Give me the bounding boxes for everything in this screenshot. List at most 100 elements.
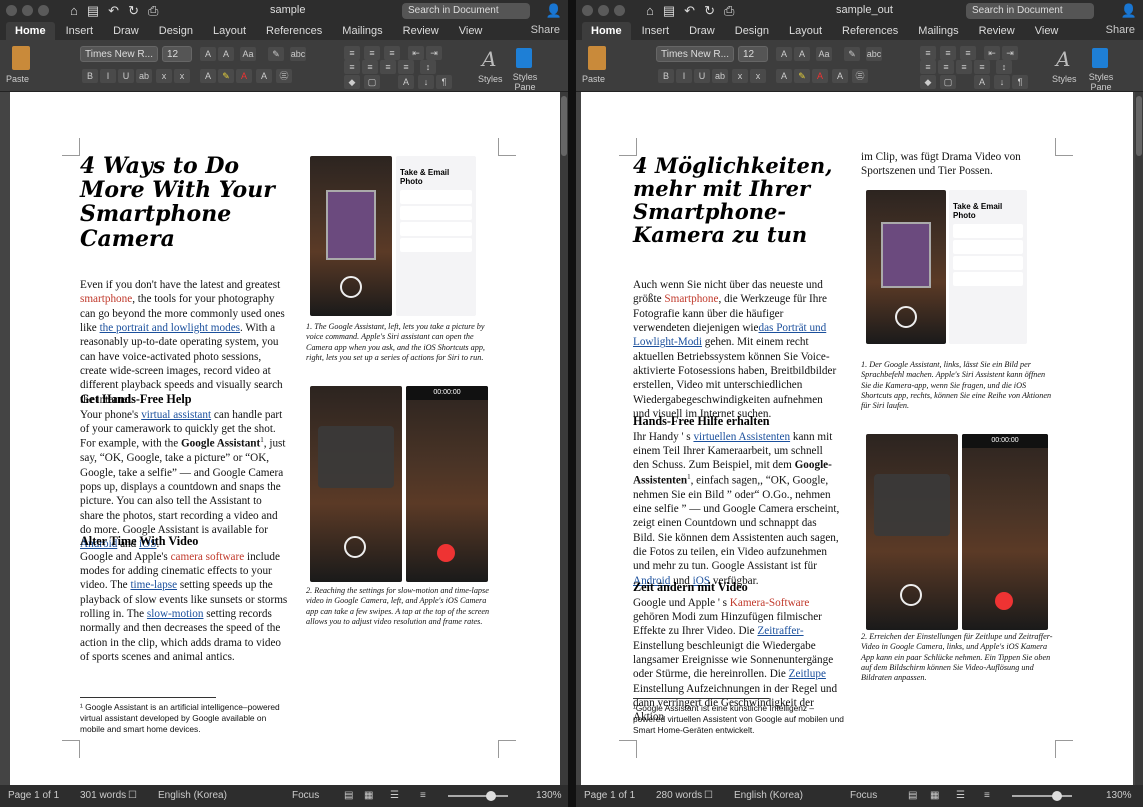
search-input[interactable]: Search in Document xyxy=(402,3,530,19)
share-button[interactable]: Share xyxy=(531,24,560,36)
shading-icon[interactable]: ◆ xyxy=(920,75,936,89)
superscript-icon[interactable]: x xyxy=(750,69,766,83)
font-color-icon[interactable]: A xyxy=(236,69,252,83)
align-left-icon[interactable]: ≡ xyxy=(344,60,360,74)
justify-icon[interactable]: ≡ xyxy=(398,60,414,74)
styles-pane-button[interactable]: Styles Pane xyxy=(508,72,542,92)
italic-icon[interactable]: I xyxy=(100,69,116,83)
font-size-select[interactable]: 12 xyxy=(162,46,192,62)
asian-layout-icon[interactable]: A xyxy=(974,75,990,89)
account-icon[interactable]: 👤 xyxy=(1121,3,1137,19)
highlight-icon[interactable]: ✎ xyxy=(218,69,234,83)
page-count[interactable]: Page 1 of 1 xyxy=(8,790,59,801)
window-controls[interactable] xyxy=(582,5,625,16)
phonetic-icon[interactable]: abc xyxy=(866,47,882,61)
document-page[interactable]: 4 Ways to Do More With Your Smartphone C… xyxy=(10,92,560,785)
strikethrough-icon[interactable]: ab xyxy=(712,69,728,83)
font-name-select[interactable]: Times New R... xyxy=(80,46,158,62)
home-icon[interactable]: ⌂ xyxy=(70,3,78,19)
shrink-font-icon[interactable]: A xyxy=(794,47,810,61)
bold-icon[interactable]: B xyxy=(82,69,98,83)
proofing-icon[interactable]: ☐ xyxy=(704,790,713,801)
line-spacing-icon[interactable]: ↕ xyxy=(996,60,1012,74)
char-shading-icon[interactable]: A xyxy=(256,69,272,83)
tab-insert[interactable]: Insert xyxy=(57,22,103,40)
zoom-level[interactable]: 130% xyxy=(536,790,562,801)
justify-icon[interactable]: ≡ xyxy=(974,60,990,74)
tab-home[interactable]: Home xyxy=(582,22,631,40)
subscript-icon[interactable]: x xyxy=(156,69,172,83)
vertical-scrollbar[interactable] xyxy=(560,92,568,785)
page-count[interactable]: Page 1 of 1 xyxy=(584,790,635,801)
shrink-font-icon[interactable]: A xyxy=(218,47,234,61)
italic-icon[interactable]: I xyxy=(676,69,692,83)
borders-icon[interactable]: ▢ xyxy=(364,75,380,89)
link-slow-motion[interactable]: slow-motion xyxy=(147,608,204,620)
tab-design[interactable]: Design xyxy=(726,22,778,40)
clear-format-icon[interactable]: ✎ xyxy=(844,47,860,61)
document-page[interactable]: 4 Möglichkeiten, mehr mit Ihrer Smartpho… xyxy=(581,92,1133,785)
multilevel-icon[interactable]: ≡ xyxy=(384,46,400,60)
styles-icon[interactable]: A xyxy=(1054,46,1080,70)
print-icon[interactable]: ⎙ xyxy=(148,3,158,19)
print-layout-icon[interactable]: ▤ xyxy=(908,790,917,801)
increase-indent-icon[interactable]: ⇥ xyxy=(1002,46,1018,60)
align-center-icon[interactable]: ≡ xyxy=(938,60,954,74)
numbering-icon[interactable]: ≡ xyxy=(364,46,380,60)
tab-view[interactable]: View xyxy=(1026,22,1068,40)
change-case-icon[interactable]: Aa xyxy=(816,47,832,61)
styles-button[interactable]: Styles xyxy=(1052,74,1077,84)
paste-button[interactable]: Paste xyxy=(6,74,29,84)
bold-icon[interactable]: B xyxy=(658,69,674,83)
zoom-slider[interactable] xyxy=(448,795,508,797)
styles-pane-icon[interactable] xyxy=(516,48,532,68)
tab-insert[interactable]: Insert xyxy=(633,22,679,40)
link-portrait-modes[interactable]: the portrait and lowlight modes xyxy=(100,322,240,334)
font-color-icon[interactable]: A xyxy=(812,69,828,83)
draft-icon[interactable]: ≡ xyxy=(420,790,426,801)
web-layout-icon[interactable]: ▦ xyxy=(364,790,373,801)
tab-review[interactable]: Review xyxy=(394,22,448,40)
styles-icon[interactable]: A xyxy=(480,46,506,70)
phonetic-icon[interactable]: abc xyxy=(290,47,306,61)
focus-button[interactable]: Focus xyxy=(850,790,877,801)
change-case-icon[interactable]: Aa xyxy=(240,47,256,61)
bullets-icon[interactable]: ≡ xyxy=(920,46,936,60)
enclose-char-icon[interactable]: ㊂ xyxy=(276,69,292,83)
align-right-icon[interactable]: ≡ xyxy=(956,60,972,74)
window-controls[interactable] xyxy=(6,5,49,16)
multilevel-icon[interactable]: ≡ xyxy=(960,46,976,60)
link-time-lapse[interactable]: Zeitraffer- xyxy=(757,625,803,637)
grow-font-icon[interactable]: A xyxy=(200,47,216,61)
paste-icon[interactable] xyxy=(12,46,30,70)
subscript-icon[interactable]: x xyxy=(732,69,748,83)
word-count[interactable]: 301 words xyxy=(80,790,126,801)
link-slow-motion[interactable]: Zeitlupe xyxy=(789,668,826,680)
styles-button[interactable]: Styles xyxy=(478,74,503,84)
link-time-lapse[interactable]: time-lapse xyxy=(130,579,177,591)
tab-layout[interactable]: Layout xyxy=(204,22,255,40)
draft-icon[interactable]: ≡ xyxy=(984,790,990,801)
line-spacing-icon[interactable]: ↕ xyxy=(420,60,436,74)
tab-layout[interactable]: Layout xyxy=(780,22,831,40)
underline-icon[interactable]: U xyxy=(694,69,710,83)
font-name-select[interactable]: Times New R... xyxy=(656,46,734,62)
tab-design[interactable]: Design xyxy=(150,22,202,40)
zoom-level[interactable]: 130% xyxy=(1106,790,1132,801)
text-effects-icon[interactable]: A xyxy=(776,69,792,83)
superscript-icon[interactable]: x xyxy=(174,69,190,83)
save-icon[interactable]: ▤ xyxy=(87,3,99,19)
zoom-slider-thumb[interactable] xyxy=(486,791,496,801)
grow-font-icon[interactable]: A xyxy=(776,47,792,61)
align-right-icon[interactable]: ≡ xyxy=(380,60,396,74)
show-marks-icon[interactable]: ¶ xyxy=(436,75,452,89)
sort-icon[interactable]: ↓ xyxy=(418,75,434,89)
outline-icon[interactable]: ☰ xyxy=(390,790,399,801)
numbering-icon[interactable]: ≡ xyxy=(940,46,956,60)
document-canvas[interactable]: 4 Ways to Do More With Your Smartphone C… xyxy=(0,92,568,785)
search-input[interactable]: Search in Document xyxy=(966,3,1094,19)
zoom-slider[interactable] xyxy=(1012,795,1072,797)
tab-view[interactable]: View xyxy=(450,22,492,40)
sort-icon[interactable]: ↓ xyxy=(994,75,1010,89)
undo-icon[interactable]: ↶ xyxy=(108,3,119,19)
